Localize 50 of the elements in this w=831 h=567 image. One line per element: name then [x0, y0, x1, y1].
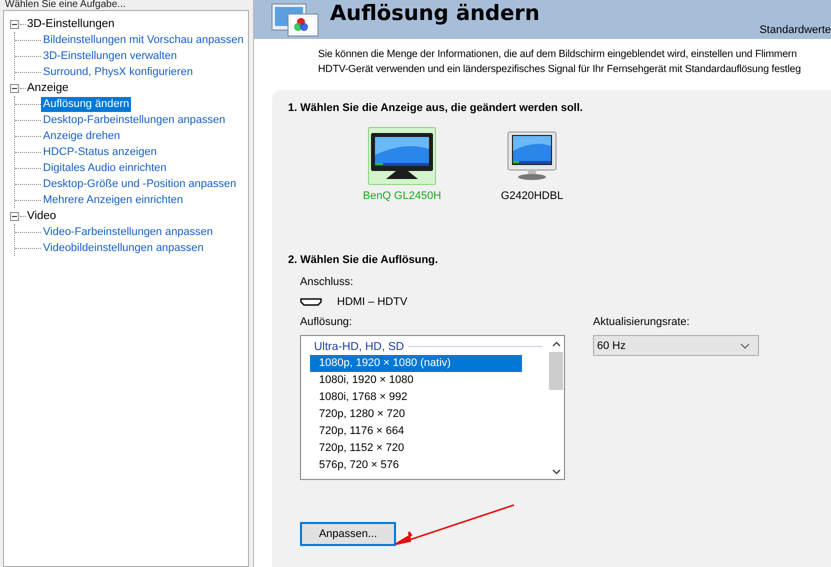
tree-item[interactable]: Anzeige drehen: [41, 128, 122, 144]
display-name: G2420HDBL: [500, 190, 564, 202]
tree-item[interactable]: Surround, PhysX konfigurieren: [41, 64, 195, 80]
restore-defaults-link[interactable]: Standardwerte: [759, 24, 831, 36]
tree-item[interactable]: Videobildeinstellungen anpassen: [41, 240, 206, 256]
display-name: BenQ GL2450H: [362, 190, 442, 202]
hdmi-port-icon: [300, 298, 322, 306]
resolution-item[interactable]: 1080i, 1920 × 1080: [310, 372, 522, 389]
tree-group-label[interactable]: Video: [27, 210, 56, 222]
step-heading: 1. Wählen Sie die Anzeige aus, die geändert werden soll.: [288, 102, 584, 114]
collapse-icon[interactable]: [10, 84, 19, 92]
connector-value: HDMI – HDTV: [337, 296, 408, 308]
tree-item[interactable]: Digitales Audio einrichten: [41, 160, 169, 176]
collapse-icon[interactable]: [10, 212, 19, 220]
customize-button[interactable]: Anpassen...: [300, 522, 396, 546]
resolution-item[interactable]: 576p, 720 × 576: [310, 457, 522, 474]
resolution-label: Auflösung:: [300, 316, 353, 328]
tree-item[interactable]: Desktop-Größe und -Position anpassen: [41, 176, 238, 192]
step-heading: 2. Wählen Sie die Auflösung.: [288, 254, 439, 266]
connector-label: Anschluss:: [300, 276, 354, 288]
resolution-item[interactable]: 1080i, 1768 × 992: [310, 389, 522, 406]
tree-group-label[interactable]: 3D-Einstellungen: [27, 18, 115, 30]
refresh-rate-label: Aktualisierungsrate:: [593, 316, 691, 328]
resolution-list[interactable]: Ultra-HD, HD, SD 1080p, 1920 × 1080 (nativ) 1080i, 1920 × 1080 1080i, 1768 × 992 720p, 1280 × 720 720p, 1176 × 664 720p, 1152 × 720 576p, 720 × 576: [300, 335, 565, 480]
page-title: Auflösung ändern: [330, 0, 540, 24]
resolution-item[interactable]: 720p, 1280 × 720: [310, 406, 522, 423]
tree-item[interactable]: 3D-Einstellungen verwalten: [41, 48, 179, 64]
group-header: Ultra-HD, HD, SD: [314, 340, 404, 352]
chevron-down-icon: [740, 342, 750, 348]
resolution-item[interactable]: 720p, 1176 × 664: [310, 423, 522, 440]
description-text: HDTV-Gerät verwenden und ein länderspezifisches Signal für Ihr Fernsehgerät mit Standardauflösung festleg: [318, 63, 802, 77]
resolution-item[interactable]: 1080p, 1920 × 1080 (nativ): [310, 355, 522, 372]
tree-item[interactable]: Desktop-Farbeinstellungen anpassen: [41, 112, 228, 128]
display-option[interactable]: [368, 127, 436, 185]
collapse-icon[interactable]: [10, 20, 19, 28]
tree-group-label[interactable]: Anzeige: [27, 82, 69, 94]
scroll-up-icon[interactable]: [552, 341, 560, 347]
monitor-icon: [507, 131, 557, 181]
tree-item[interactable]: HDCP-Status anzeigen: [41, 144, 159, 160]
task-prompt: Wählen Sie eine Aufgabe...: [4, 0, 127, 10]
tree-item[interactable]: Bildeinstellungen mit Vorschau anpassen: [41, 32, 246, 48]
description-text: Sie können die Menge der Informationen, die auf dem Bildschirm eingeblendet wird, einstellen und Flimmern: [318, 48, 798, 62]
tree-item[interactable]: Mehrere Anzeigen einrichten: [41, 192, 186, 208]
scroll-thumb[interactable]: [549, 352, 563, 390]
tree-item[interactable]: Auflösung ändern: [41, 96, 132, 112]
monitor-icon: [370, 131, 434, 181]
scroll-down-icon[interactable]: [552, 469, 560, 475]
resolution-item[interactable]: 720p, 1152 × 720: [310, 440, 522, 457]
refresh-rate-dropdown[interactable]: 60 Hz: [593, 335, 759, 356]
tree-item[interactable]: Video-Farbeinstellungen anpassen: [41, 224, 215, 240]
